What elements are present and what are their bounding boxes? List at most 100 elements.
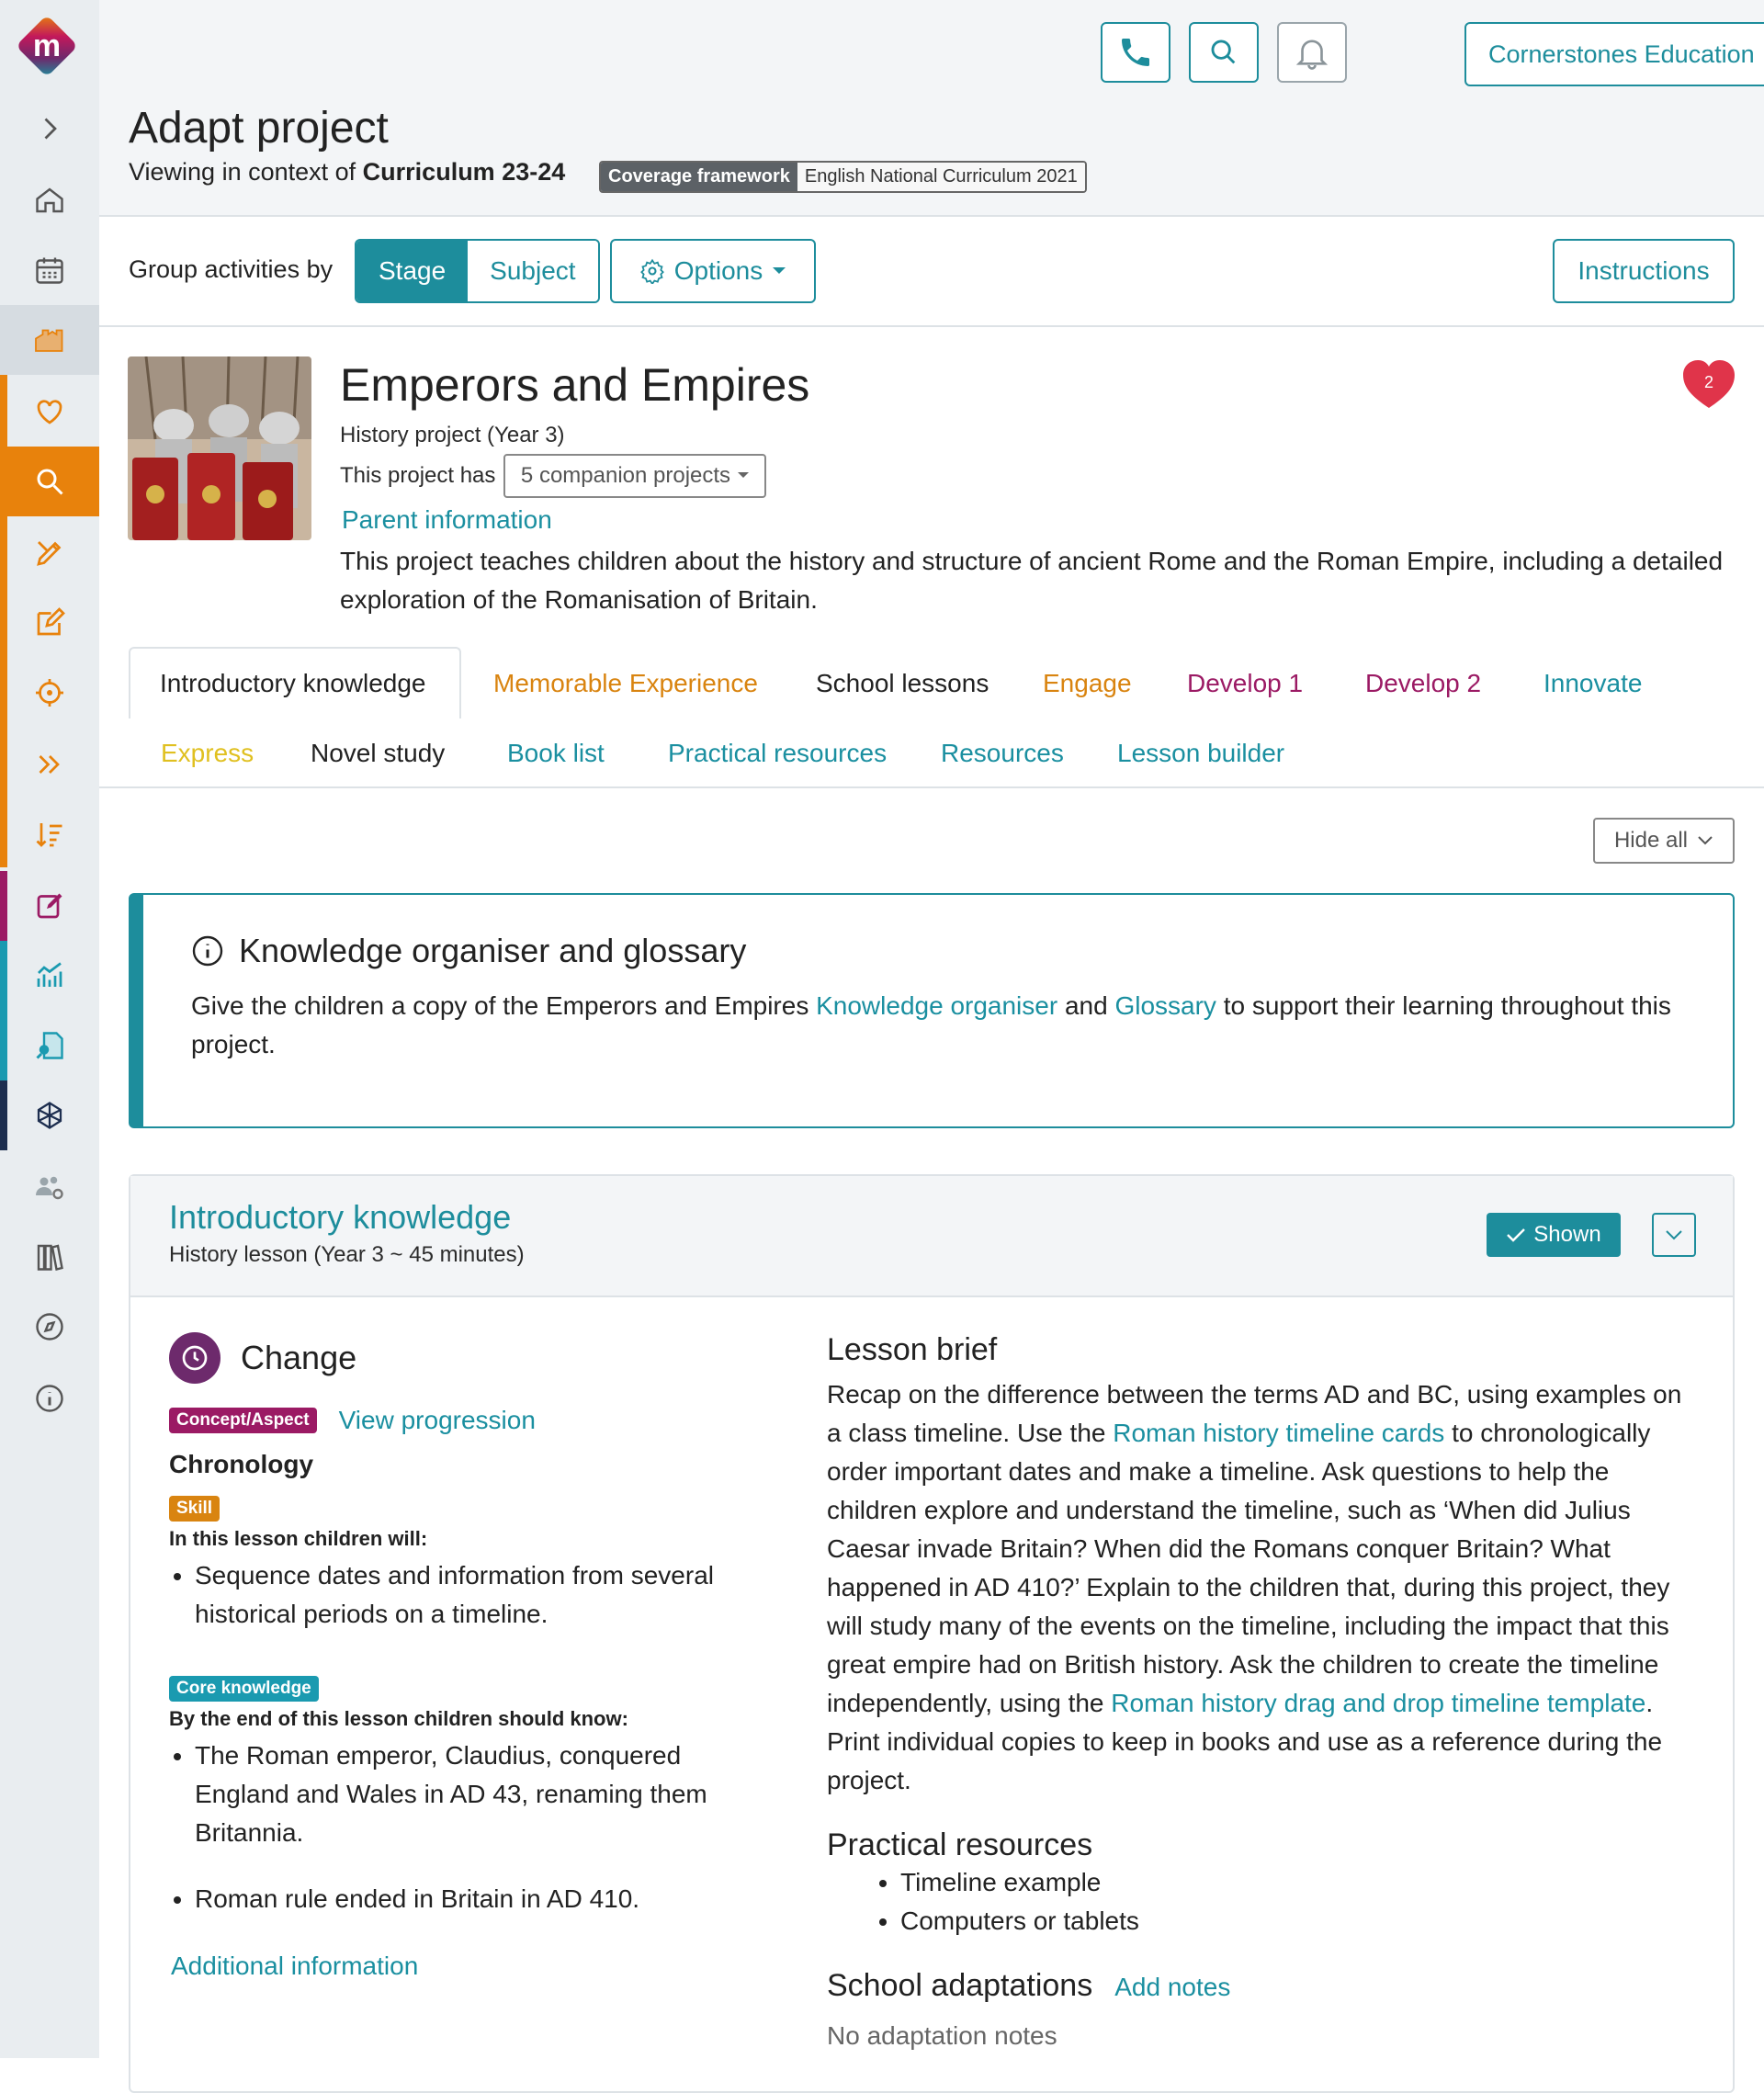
favourites-icon[interactable]: [0, 377, 99, 447]
hide-all-button[interactable]: Hide all: [1593, 818, 1735, 864]
concept-aspect-badge: Concept/Aspect: [169, 1408, 317, 1433]
view-progression-link[interactable]: View progression: [339, 1406, 536, 1435]
gear-icon: [639, 258, 664, 284]
target-icon[interactable]: [0, 658, 99, 728]
notifications-button[interactable]: [1277, 22, 1347, 83]
lesson-left-column: Concept/Aspect View progression Chronolo…: [169, 1406, 775, 1981]
info-nav-icon[interactable]: [0, 1363, 99, 1433]
core-knowledge-list: The Roman emperor, Claudius, conquered E…: [169, 1737, 775, 1918]
companion-projects-dropdown[interactable]: 5 companion projects: [503, 454, 766, 498]
tab-memorable-experience[interactable]: Memorable Experience: [493, 669, 758, 698]
expand-sidebar-icon[interactable]: [0, 94, 99, 164]
phone-button[interactable]: [1101, 22, 1170, 83]
organisation-switcher[interactable]: Cornerstones Education: [1464, 22, 1764, 86]
timeline-cards-link[interactable]: Roman history timeline cards: [1113, 1419, 1444, 1447]
heart-icon: 2: [1683, 360, 1735, 408]
additional-information-link[interactable]: Additional information: [169, 1952, 775, 1981]
lesson-right-column: Lesson brief Recap on the difference bet…: [827, 1332, 1690, 2055]
list-item: Sequence dates and information from seve…: [195, 1556, 775, 1634]
glossary-link[interactable]: Glossary: [1114, 991, 1216, 1020]
group-by-stage-button[interactable]: Stage: [356, 241, 469, 301]
document-search-icon[interactable]: [0, 1011, 99, 1080]
knowledge-organiser-link[interactable]: Knowledge organiser: [816, 991, 1057, 1020]
fast-forward-icon[interactable]: [0, 730, 99, 799]
group-activities-bar: Group activities by Stage Subject Option…: [99, 217, 1764, 327]
tab-engage[interactable]: Engage: [1043, 669, 1132, 698]
caret-down-icon: [738, 472, 750, 478]
caret-down-icon: [773, 267, 786, 274]
phone-icon: [1122, 39, 1149, 66]
info-card-text: Give the children a copy of the Emperors…: [191, 987, 1698, 1064]
project-subtitle: History project (Year 3): [340, 423, 565, 447]
options-button[interactable]: Options: [610, 239, 816, 303]
skills-list: Sequence dates and information from seve…: [169, 1556, 775, 1634]
edit-icon[interactable]: [0, 588, 99, 658]
school-icon[interactable]: [0, 305, 99, 375]
list-item: Timeline example: [900, 1863, 1690, 1902]
tab-introductory-knowledge[interactable]: Introductory knowledge: [160, 669, 426, 698]
organisation-name: Cornerstones Education: [1488, 40, 1755, 68]
group-by-subject-button[interactable]: Subject: [468, 241, 598, 301]
check-icon: [1507, 1228, 1526, 1242]
no-adaptation-notes: No adaptation notes: [827, 2021, 1057, 2050]
info-text-part: Give the children a copy of the Emperors…: [191, 991, 809, 1020]
tab-novel-study[interactable]: Novel study: [311, 739, 445, 768]
tab-develop-2[interactable]: Develop 2: [1365, 669, 1481, 698]
info-icon: [192, 935, 223, 967]
page-header: Cornerstones Education Adapt project Vie…: [99, 0, 1764, 217]
network-icon[interactable]: [0, 1080, 99, 1150]
group-by-toggle: Stage Subject: [355, 239, 600, 303]
tab-express[interactable]: Express: [161, 739, 254, 768]
list-item: Computers or tablets: [900, 1902, 1690, 1940]
add-notes-link[interactable]: Add notes: [1114, 1973, 1230, 2002]
design-tools-icon[interactable]: [0, 518, 99, 588]
sort-icon[interactable]: [0, 799, 99, 869]
context-prefix: Viewing in context of: [129, 158, 356, 186]
compass-icon[interactable]: [0, 1292, 99, 1362]
core-knowledge-badge: Core knowledge: [169, 1676, 319, 1702]
tab-resources[interactable]: Resources: [941, 739, 1064, 768]
chevron-down-icon: [1698, 836, 1713, 845]
tab-innovate[interactable]: Innovate: [1544, 669, 1642, 698]
tab-develop-1[interactable]: Develop 1: [1187, 669, 1303, 698]
project-description: This project teaches children about the …: [340, 547, 1724, 614]
search-nav-icon[interactable]: [0, 447, 99, 516]
tab-practical-resources[interactable]: Practical resources: [668, 739, 887, 768]
options-label: Options: [673, 256, 763, 285]
lesson-title[interactable]: Introductory knowledge: [169, 1198, 511, 1237]
tab-lesson-builder[interactable]: Lesson builder: [1117, 739, 1284, 768]
app-logo[interactable]: m: [14, 13, 80, 79]
collapse-lesson-button[interactable]: [1652, 1213, 1696, 1257]
shown-label: Shown: [1533, 1222, 1601, 1247]
assessment-edit-icon[interactable]: [0, 871, 99, 941]
library-icon[interactable]: [0, 1222, 99, 1292]
lesson-brief-text: Recap on the difference between the term…: [827, 1375, 1690, 1800]
info-card-title: Knowledge organiser and glossary: [191, 932, 746, 970]
tab-book-list[interactable]: Book list: [507, 739, 605, 768]
skill-intro: In this lesson children will:: [169, 1527, 428, 1550]
users-settings-icon[interactable]: [0, 1152, 99, 1222]
context-line: Viewing in context of Curriculum 23-24: [129, 158, 565, 187]
core-intro: By the end of this lesson children shoul…: [169, 1707, 628, 1730]
home-icon[interactable]: [0, 165, 99, 235]
companion-projects-label: 5 companion projects: [520, 463, 731, 488]
parent-information-link[interactable]: Parent information: [342, 505, 552, 535]
concept-heading: Change: [169, 1332, 356, 1384]
clock-icon: [169, 1332, 220, 1384]
info-text-part: and: [1064, 991, 1108, 1020]
tabs-divider: [99, 786, 1764, 788]
calendar-icon[interactable]: [0, 235, 99, 305]
project-image: [128, 356, 311, 540]
coverage-framework-badge: Coverage framework English National Curr…: [599, 161, 1087, 193]
curriculum-name: Curriculum 23-24: [362, 158, 566, 186]
instructions-button[interactable]: Instructions: [1553, 239, 1735, 303]
tab-school-lessons[interactable]: School lessons: [816, 669, 989, 698]
shown-toggle-button[interactable]: Shown: [1487, 1213, 1621, 1257]
analytics-icon[interactable]: [0, 941, 99, 1011]
search-button[interactable]: [1189, 22, 1259, 83]
timeline-template-link[interactable]: Roman history drag and drop timeline tem…: [1111, 1689, 1645, 1717]
svg-text:m: m: [33, 28, 61, 63]
favourite-button[interactable]: 2: [1679, 356, 1738, 412]
group-by-label: Group activities by: [129, 255, 334, 283]
concept-name: Change: [241, 1339, 357, 1376]
